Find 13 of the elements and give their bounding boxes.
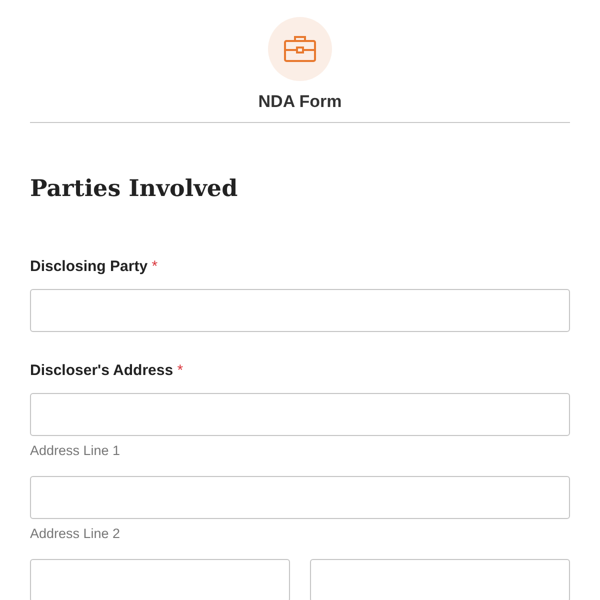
- field-label: Discloser's Address: [30, 362, 174, 379]
- input-field[interactable]: [30, 559, 290, 600]
- required-mark: *: [177, 362, 184, 379]
- section-heading: Parties Involved: [30, 175, 239, 202]
- field-sublabel: Address Line 1: [30, 443, 122, 458]
- form-title: NDA Form: [258, 92, 342, 112]
- required-mark: *: [152, 258, 158, 275]
- input-field[interactable]: [30, 289, 570, 332]
- field-sublabel: Address Line 2: [30, 526, 122, 541]
- input-field[interactable]: [30, 476, 570, 519]
- input-field[interactable]: [30, 393, 570, 436]
- field-label: Disclosing Party: [30, 258, 148, 275]
- input-field[interactable]: [310, 559, 570, 600]
